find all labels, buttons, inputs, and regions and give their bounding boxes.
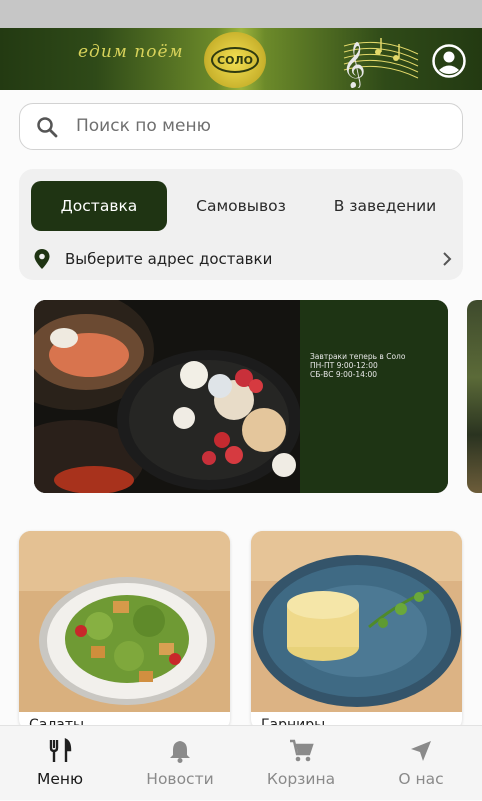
svg-text:𝄞: 𝄞: [342, 42, 366, 88]
salad-photo: [19, 531, 230, 712]
banner-line-3: СБ-ВС 9:00-14:00: [310, 370, 378, 379]
cart-icon: [290, 739, 314, 762]
promo-banner[interactable]: Завтраки теперь в Соло ПН-ПТ 9:00-12:00 …: [34, 300, 448, 493]
nav-about[interactable]: О нас: [361, 726, 481, 801]
chevron-right-icon: [443, 252, 452, 266]
nav-label: Новости: [146, 770, 214, 788]
delivery-address-row[interactable]: Выберите адрес доставки: [33, 247, 453, 271]
search-icon: [37, 117, 58, 138]
location-pin-icon: [34, 249, 50, 269]
banner-line-2: ПН-ПТ 9:00-12:00: [310, 361, 378, 370]
navigation-arrow-icon: [411, 741, 431, 761]
tab-delivery[interactable]: Доставка: [31, 181, 167, 231]
category-card-salads[interactable]: Салаты: [19, 531, 230, 731]
nav-cart[interactable]: Корзина: [241, 726, 361, 801]
tab-pickup[interactable]: Самовывоз: [179, 181, 303, 231]
solo-logo[interactable]: СОЛО: [204, 32, 266, 88]
nav-label: О нас: [398, 770, 444, 788]
profile-icon[interactable]: [431, 43, 467, 79]
banner-photo: [34, 300, 300, 493]
next-banner-peek[interactable]: [467, 300, 482, 493]
app-header: едим поём СОЛО 𝄞: [0, 28, 482, 90]
bottom-navigation: Меню Новости Корзина О нас: [0, 725, 482, 800]
order-mode-card: Доставка Самовывоз В заведении Выберите …: [19, 169, 463, 280]
nav-label: Корзина: [266, 770, 336, 788]
nav-news[interactable]: Новости: [120, 726, 240, 801]
search-input[interactable]: [76, 104, 446, 148]
tab-dine-in[interactable]: В заведении: [315, 181, 455, 231]
logo-text: СОЛО: [211, 47, 259, 73]
address-prompt: Выберите адрес доставки: [65, 250, 273, 268]
bell-icon: [170, 741, 190, 763]
header-slogan: едим поём: [78, 42, 184, 62]
nav-menu[interactable]: Меню: [0, 726, 120, 801]
nav-label: Меню: [36, 770, 84, 788]
side-dish-photo: [251, 531, 462, 712]
search-bar[interactable]: [19, 103, 463, 150]
status-bar: [0, 0, 482, 28]
banner-line-1: Завтраки теперь в Соло: [310, 352, 406, 361]
category-card-sides[interactable]: Гарниры: [251, 531, 462, 731]
banner-text: Завтраки теперь в Соло ПН-ПТ 9:00-12:00 …: [300, 300, 448, 493]
fork-knife-icon: [49, 738, 72, 762]
music-notes-icon: 𝄞: [342, 38, 419, 88]
